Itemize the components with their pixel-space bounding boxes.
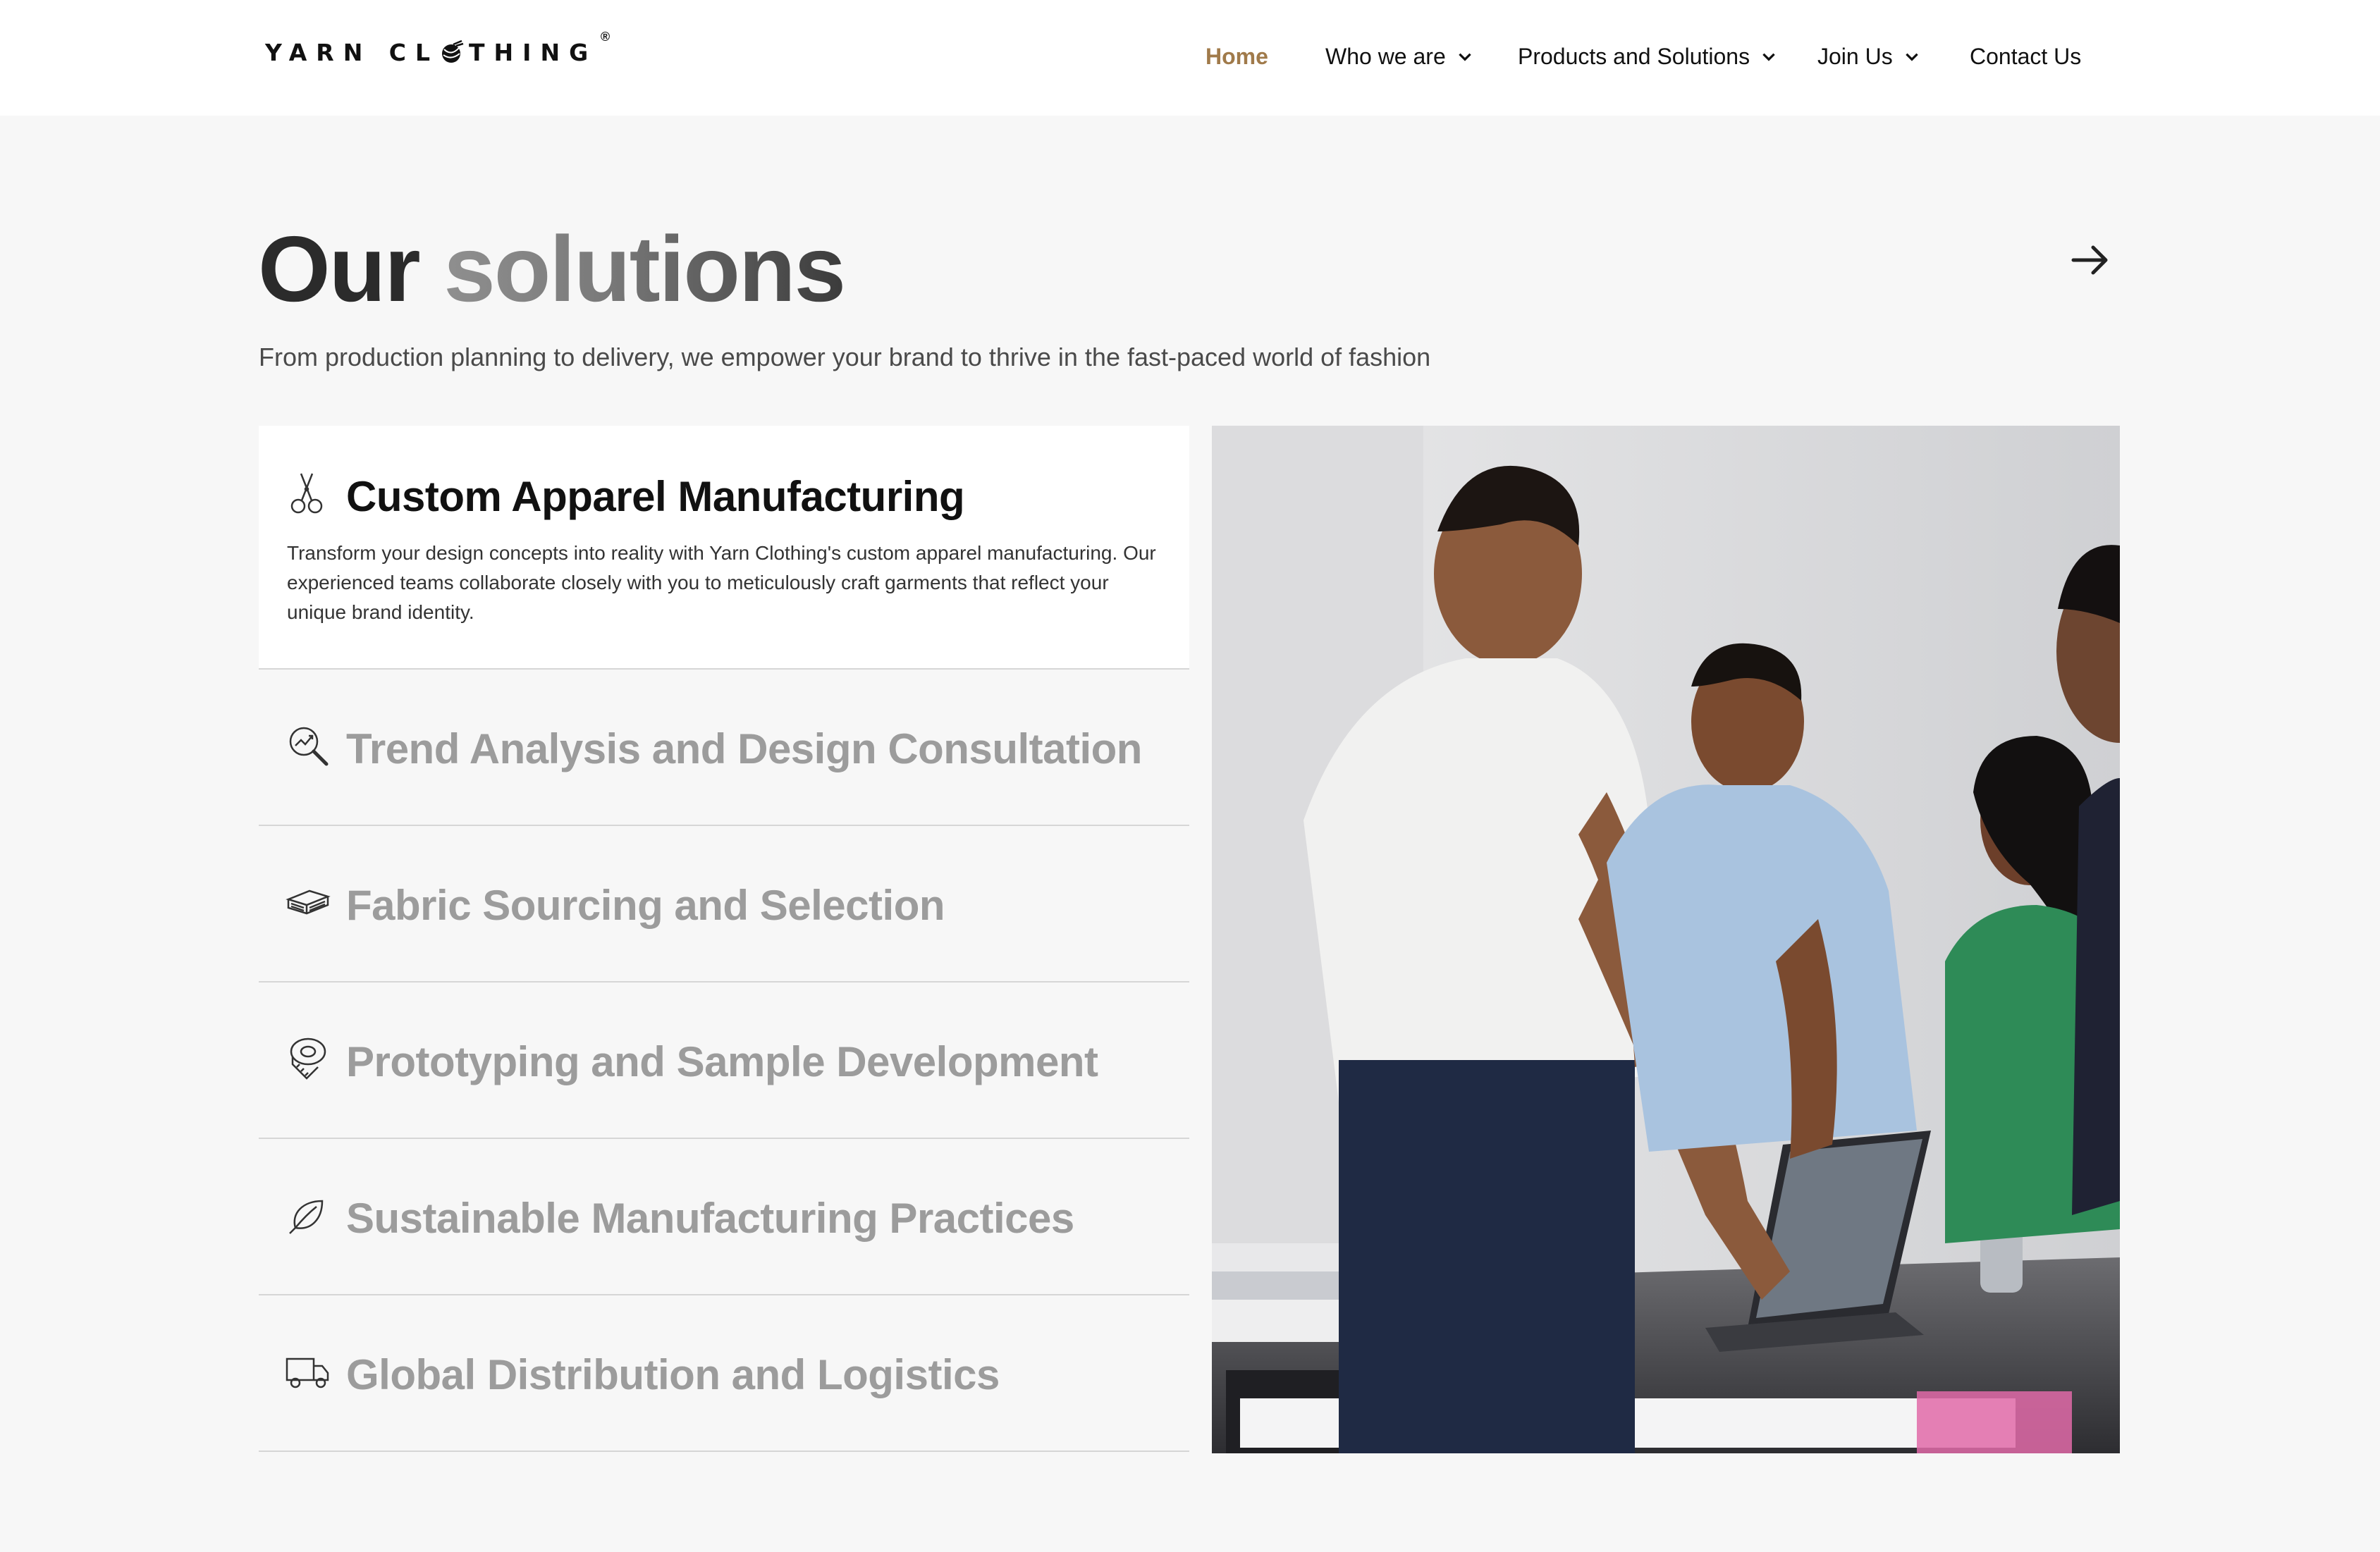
solution-title: Fabric Sourcing and Selection bbox=[346, 882, 945, 929]
solutions-list: Custom Apparel Manufacturing Transform y… bbox=[259, 426, 1189, 1452]
site-header: YARN CL THING ® Home Who we are Products… bbox=[0, 0, 2380, 116]
scissors-icon bbox=[290, 473, 323, 514]
nav-contact-label: Contact Us bbox=[1970, 43, 2082, 69]
section-title-part-b: solutions bbox=[443, 217, 846, 321]
nav-home[interactable]: Home bbox=[1206, 39, 1268, 73]
next-arrow-button[interactable] bbox=[2066, 235, 2115, 285]
chevron-down-icon bbox=[1459, 53, 1471, 61]
solution-item-custom-apparel[interactable]: Custom Apparel Manufacturing Transform y… bbox=[259, 426, 1189, 670]
truck-icon bbox=[286, 1357, 329, 1388]
nav-who-we-are[interactable]: Who we are bbox=[1325, 39, 1474, 73]
leaf-icon bbox=[289, 1200, 324, 1234]
solution-title: Global Distribution and Logistics bbox=[346, 1351, 1000, 1398]
solution-item-global-distribution[interactable]: Global Distribution and Logistics bbox=[259, 1295, 1189, 1452]
brand-logo[interactable]: YARN CL THING ® bbox=[265, 30, 610, 73]
nav-who-label: Who we are bbox=[1325, 43, 1446, 69]
arrow-right-icon bbox=[2071, 245, 2108, 275]
solution-item-trend-analysis[interactable]: Trend Analysis and Design Consultation bbox=[259, 670, 1189, 826]
chevron-down-icon bbox=[1905, 53, 1918, 61]
nav-join-us[interactable]: Join Us bbox=[1817, 39, 1921, 73]
solution-title: Trend Analysis and Design Consultation bbox=[346, 725, 1142, 772]
solution-description: Transform your design concepts into real… bbox=[287, 542, 1156, 623]
registered-mark: ® bbox=[600, 30, 611, 44]
solution-item-sustainable[interactable]: Sustainable Manufacturing Practices bbox=[259, 1139, 1189, 1295]
nav-products-label: Products and Solutions bbox=[1518, 43, 1750, 69]
section-subtitle: From production planning to delivery, we… bbox=[259, 343, 1431, 371]
solution-item-fabric-sourcing[interactable]: Fabric Sourcing and Selection bbox=[259, 826, 1189, 983]
logo-wordmark: YARN CL THING bbox=[265, 39, 597, 66]
logo-text-left: YARN CL bbox=[265, 38, 440, 66]
solution-item-prototyping[interactable]: Prototyping and Sample Development bbox=[259, 983, 1189, 1139]
team-photo-illustration bbox=[1212, 426, 2120, 1453]
measuring-tape-icon bbox=[290, 1037, 326, 1080]
solution-title: Custom Apparel Manufacturing bbox=[346, 473, 965, 520]
yarn-ball-icon bbox=[442, 39, 464, 63]
fabric-stack-icon bbox=[286, 889, 331, 915]
team-photo bbox=[1212, 426, 2120, 1453]
solution-title: Prototyping and Sample Development bbox=[346, 1038, 1098, 1085]
nav-join-label: Join Us bbox=[1817, 43, 1893, 69]
section-title: Our solutions bbox=[258, 213, 846, 326]
section-title-part-a: Our bbox=[258, 217, 444, 321]
logo-text-right: THING bbox=[469, 38, 598, 66]
magnifier-chart-icon bbox=[289, 727, 329, 766]
nav-products-solutions[interactable]: Products and Solutions bbox=[1518, 39, 1778, 73]
nav-contact-us[interactable]: Contact Us bbox=[1970, 39, 2081, 73]
chevron-down-icon bbox=[1762, 53, 1775, 61]
solution-title: Sustainable Manufacturing Practices bbox=[346, 1195, 1074, 1242]
nav-home-label: Home bbox=[1206, 43, 1268, 69]
